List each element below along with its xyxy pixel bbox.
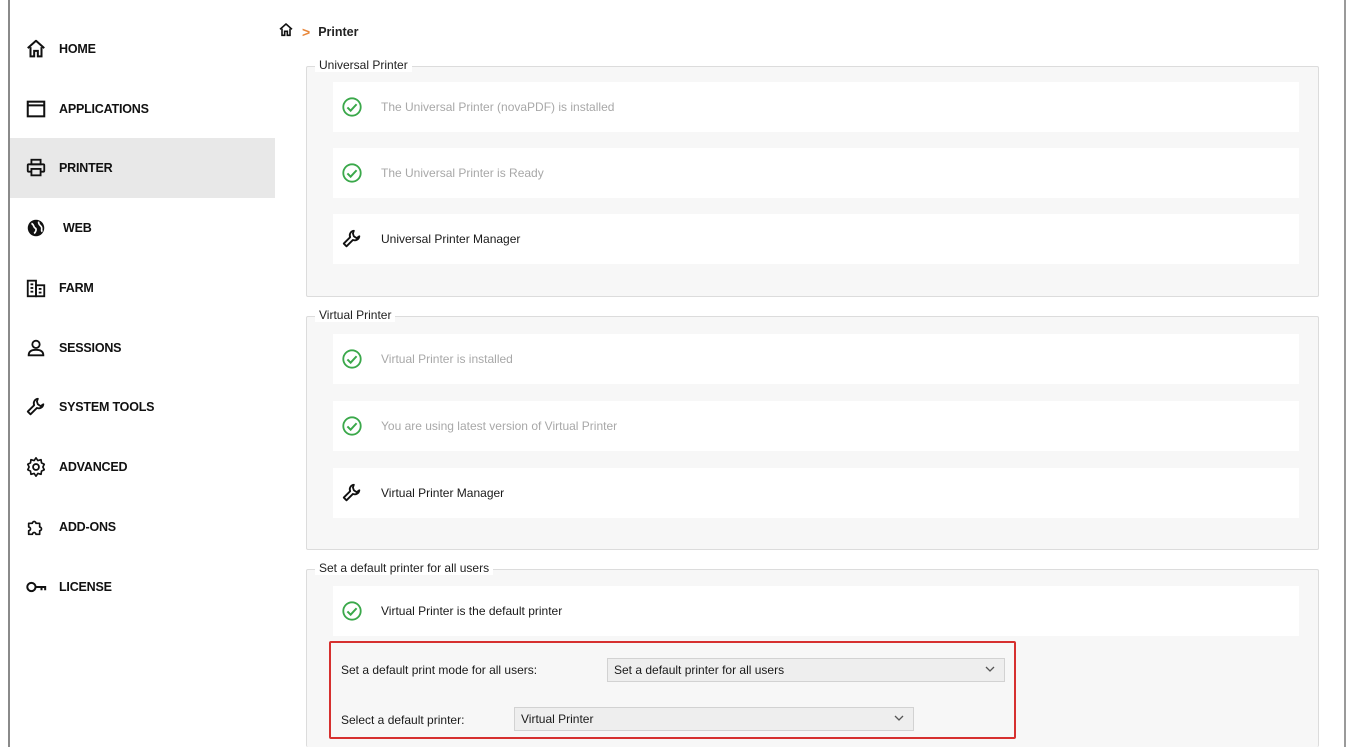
status-row: You are using latest version of Virtual … [333, 401, 1299, 451]
default-printer-value: Virtual Printer [521, 712, 594, 726]
check-circle-icon [341, 96, 363, 118]
manager-label: Universal Printer Manager [381, 232, 521, 246]
sidebar-item-label: PRINTER [59, 161, 113, 175]
user-icon [24, 336, 48, 360]
key-icon [24, 575, 48, 599]
wrench-icon [24, 395, 48, 419]
group-title: Universal Printer [315, 58, 412, 72]
sidebar-item-label: FARM [59, 281, 94, 295]
sidebar-item-label: LICENSE [59, 580, 112, 594]
sidebar-item-advanced[interactable]: ADVANCED [10, 437, 275, 497]
sidebar-item-label: WEB [63, 221, 92, 235]
default-printer-select[interactable]: Virtual Printer [514, 707, 914, 731]
print-mode-value: Set a default printer for all users [614, 663, 785, 677]
sidebar-item-printer[interactable]: PRINTER [10, 138, 275, 198]
sidebar-item-label: HOME [59, 42, 96, 56]
check-circle-icon [341, 162, 363, 184]
chevron-down-icon [985, 666, 995, 672]
window-icon [24, 97, 48, 121]
print-mode-select[interactable]: Set a default printer for all users [607, 658, 1005, 682]
puzzle-icon [24, 515, 48, 539]
sidebar-item-label: APPLICATIONS [59, 102, 149, 116]
check-circle-icon [341, 415, 363, 437]
page-title: Printer [318, 25, 359, 39]
check-circle-icon [341, 600, 363, 622]
universal-printer-manager-button[interactable]: Universal Printer Manager [333, 214, 1299, 264]
status-text: The Universal Printer is Ready [381, 166, 544, 180]
home-icon[interactable] [278, 22, 294, 43]
virtual-printer-manager-button[interactable]: Virtual Printer Manager [333, 468, 1299, 518]
status-text: The Universal Printer (novaPDF) is insta… [381, 100, 615, 114]
sidebar-item-add-ons[interactable]: ADD-ONS [10, 497, 275, 557]
printer-icon [24, 156, 48, 180]
print-mode-label: Set a default print mode for all users: [341, 663, 538, 677]
universal-printer-group: Universal Printer The Universal Printer … [306, 58, 1319, 297]
globe-icon [24, 216, 48, 240]
check-circle-icon [341, 348, 363, 370]
sidebar-item-label: ADVANCED [59, 460, 128, 474]
sidebar-item-license[interactable]: LICENSE [10, 557, 275, 617]
sidebar-item-web[interactable]: WEB [10, 198, 275, 258]
sidebar-item-label: SYSTEM TOOLS [59, 400, 155, 414]
sidebar-item-label: SESSIONS [59, 341, 122, 355]
sidebar-item-home[interactable]: HOME [10, 19, 275, 79]
status-row: Virtual Printer is the default printer [333, 586, 1299, 636]
virtual-printer-group: Virtual Printer Virtual Printer is insta… [306, 308, 1319, 550]
default-printer-label: Select a default printer: [341, 713, 465, 727]
status-text: Virtual Printer is installed [381, 352, 513, 366]
sidebar-item-system-tools[interactable]: SYSTEM TOOLS [10, 377, 275, 437]
breadcrumb-separator: > [302, 24, 311, 40]
building-icon [24, 276, 48, 300]
group-title: Virtual Printer [315, 308, 396, 322]
status-text: Virtual Printer is the default printer [381, 604, 563, 618]
gear-icon [24, 455, 48, 479]
sidebar: HOME APPLICATIONS PRINTER WEB FARM SESSI… [10, 17, 275, 747]
status-text: You are using latest version of Virtual … [381, 419, 618, 433]
sidebar-item-applications[interactable]: APPLICATIONS [10, 79, 275, 139]
sidebar-item-label: ADD-ONS [59, 520, 116, 534]
home-icon [24, 37, 48, 61]
status-row: The Universal Printer is Ready [333, 148, 1299, 198]
chevron-down-icon [894, 715, 904, 721]
group-title: Set a default printer for all users [315, 561, 494, 575]
status-row: The Universal Printer (novaPDF) is insta… [333, 82, 1299, 132]
window-right-border [1344, 0, 1346, 747]
status-row: Virtual Printer is installed [333, 334, 1299, 384]
breadcrumb: > Printer [278, 22, 358, 42]
sidebar-item-farm[interactable]: FARM [10, 258, 275, 318]
highlight-box: Set a default print mode for all users: … [329, 641, 1016, 739]
wrench-icon [341, 482, 363, 504]
manager-label: Virtual Printer Manager [381, 486, 505, 500]
top-strip [10, 0, 1344, 16]
wrench-icon [341, 228, 363, 250]
sidebar-item-sessions[interactable]: SESSIONS [10, 318, 275, 378]
